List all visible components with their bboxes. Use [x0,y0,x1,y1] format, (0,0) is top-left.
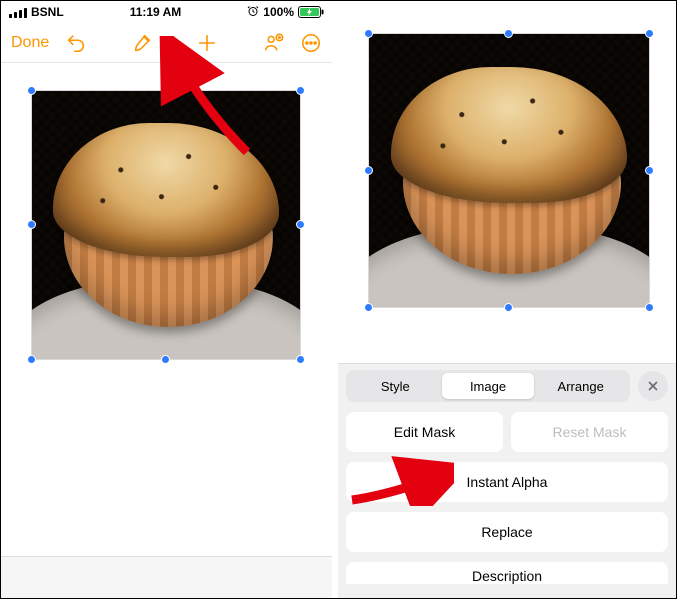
status-time: 11:19 AM [64,5,248,19]
close-icon[interactable] [638,371,668,401]
edit-mask-button[interactable]: Edit Mask [346,412,503,452]
format-panel: Style Image Arrange Edit Mask Reset Mask… [338,363,676,598]
muffin-photo[interactable] [32,91,300,359]
handle-top-middle[interactable] [504,29,513,38]
handle-bottom-left[interactable] [27,355,36,364]
collaborate-icon[interactable] [262,32,284,54]
handle-top-right[interactable] [645,29,654,38]
handle-middle-left[interactable] [27,220,36,229]
handle-bottom-middle[interactable] [161,355,170,364]
handle-top-right[interactable] [296,86,305,95]
handle-top-middle[interactable] [161,86,170,95]
handle-top-left[interactable] [27,86,36,95]
handle-bottom-left[interactable] [364,303,373,312]
carrier-label: BSNL [31,5,64,19]
screenshot-left: BSNL 11:19 AM 100% Done [1,1,338,598]
bottom-bar [1,556,332,598]
instant-alpha-button[interactable]: Instant Alpha [346,462,668,502]
battery-icon [298,6,324,18]
replace-button[interactable]: Replace [346,512,668,552]
muffin-photo[interactable] [369,34,649,307]
selected-image-right[interactable] [368,33,650,308]
status-bar: BSNL 11:19 AM 100% [1,1,332,23]
brush-icon[interactable] [131,32,153,54]
canvas[interactable] [1,63,332,598]
done-button[interactable]: Done [11,34,49,52]
handle-bottom-right[interactable] [296,355,305,364]
toolbar: Done [1,23,332,63]
format-tabs[interactable]: Style Image Arrange [346,370,630,402]
plus-icon[interactable] [196,32,218,54]
reset-mask-button: Reset Mask [511,412,668,452]
alarm-icon [247,5,259,20]
tab-arrange[interactable]: Arrange [534,373,627,399]
handle-middle-right[interactable] [645,166,654,175]
handle-bottom-right[interactable] [645,303,654,312]
handle-top-left[interactable] [364,29,373,38]
screenshot-right: Style Image Arrange Edit Mask Reset Mask… [338,1,676,598]
handle-middle-left[interactable] [364,166,373,175]
description-button[interactable]: Description [346,562,668,584]
tab-image[interactable]: Image [442,373,535,399]
tab-style[interactable]: Style [349,373,442,399]
more-icon[interactable] [300,32,322,54]
selected-image[interactable] [31,90,301,360]
handle-bottom-middle[interactable] [504,303,513,312]
battery-label: 100% [263,5,294,19]
handle-middle-right[interactable] [296,220,305,229]
signal-icon [9,7,27,18]
undo-icon[interactable] [65,32,87,54]
